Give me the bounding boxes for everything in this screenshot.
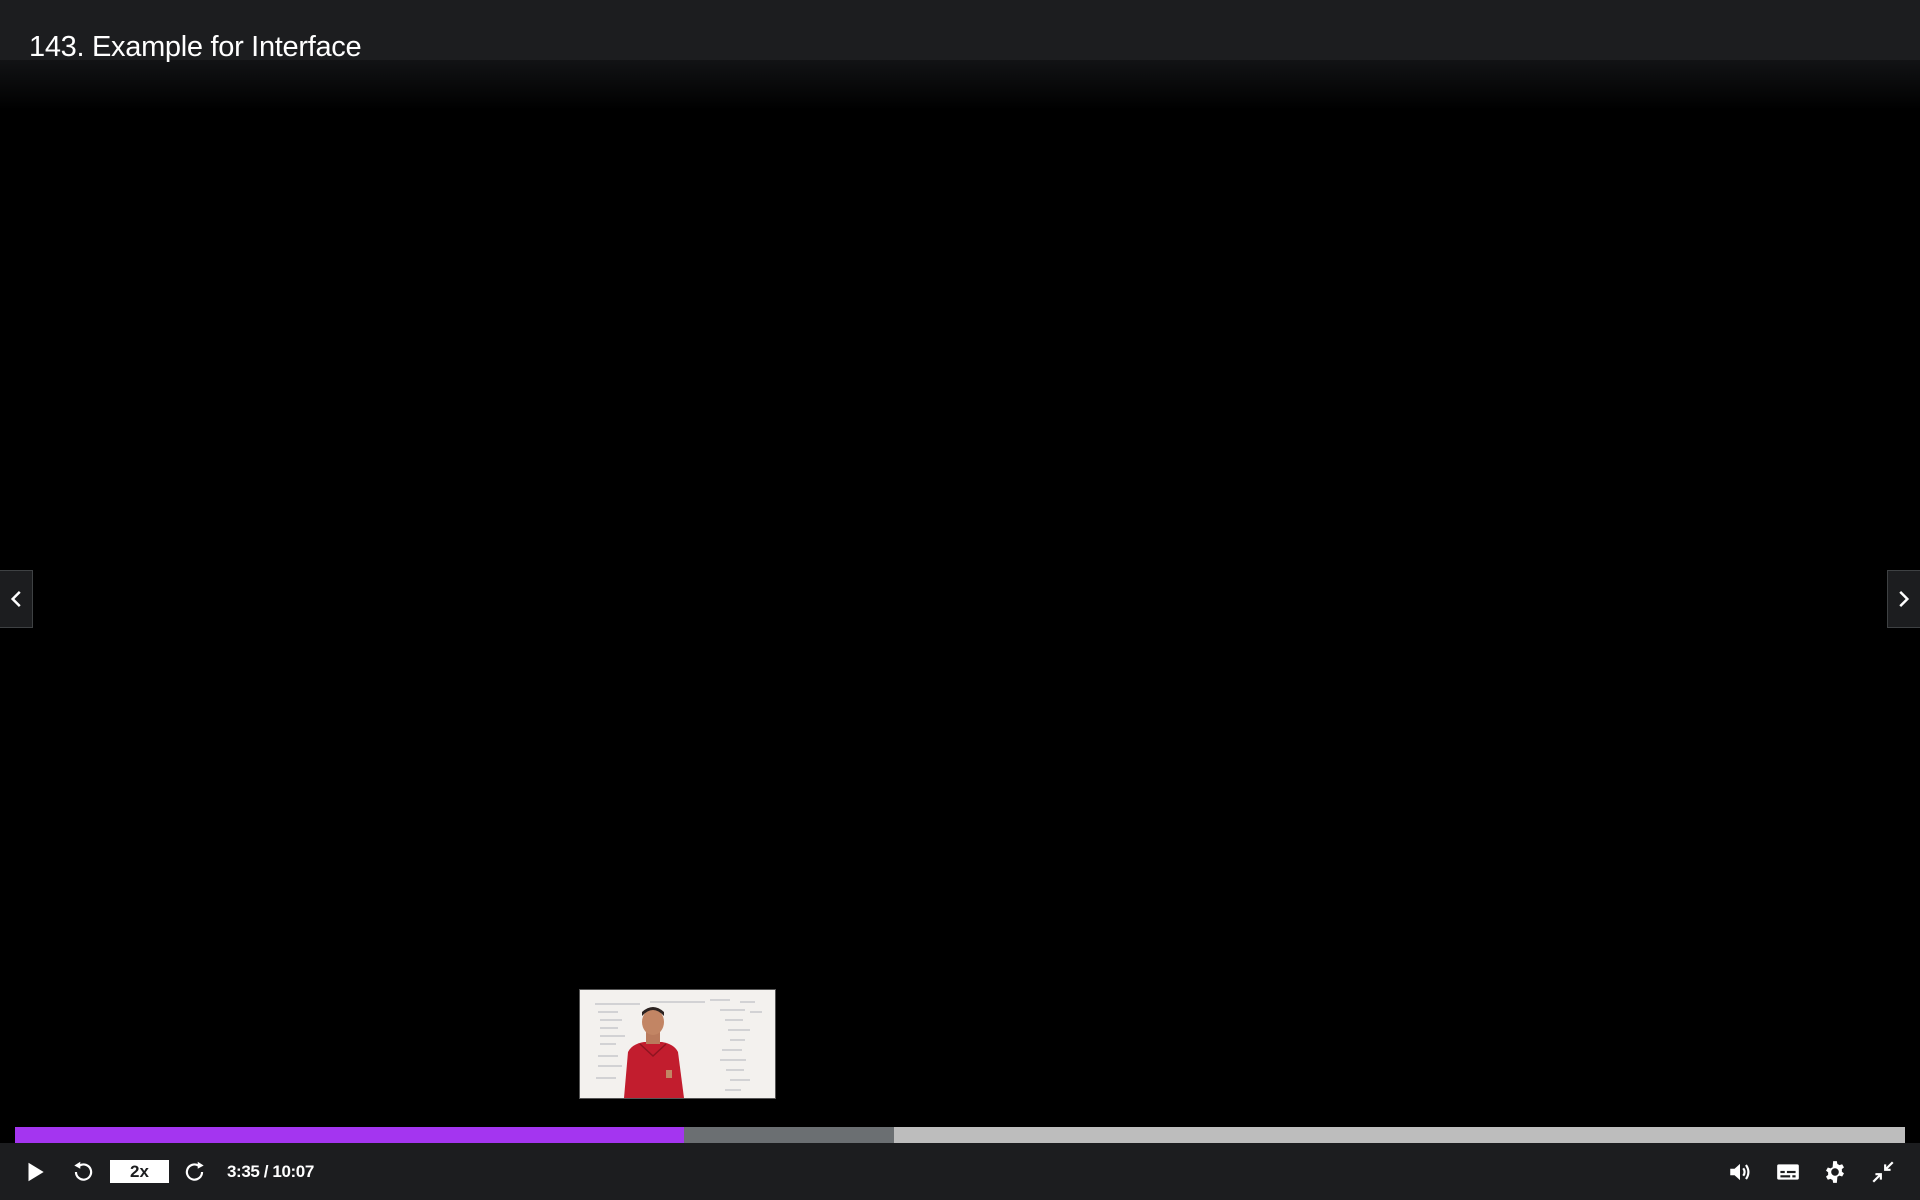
preview-image bbox=[580, 990, 775, 1098]
control-bar: 2x 3:35 / 10:07 bbox=[0, 1143, 1920, 1200]
played-progress bbox=[15, 1127, 685, 1143]
title-bar-shadow bbox=[0, 60, 1920, 110]
play-button[interactable] bbox=[20, 1157, 50, 1187]
playback-speed-button[interactable]: 2x bbox=[110, 1160, 169, 1183]
settings-button[interactable] bbox=[1820, 1157, 1850, 1187]
gear-icon bbox=[1826, 1161, 1844, 1183]
captions-icon bbox=[1777, 1164, 1799, 1180]
forward-icon bbox=[185, 1161, 204, 1181]
rewind-icon bbox=[74, 1161, 93, 1181]
next-lecture-button[interactable] bbox=[1887, 570, 1920, 628]
exit-fullscreen-icon bbox=[1872, 1161, 1894, 1183]
lecture-title: 143. Example for Interface bbox=[29, 31, 362, 63]
exit-fullscreen-button[interactable] bbox=[1868, 1157, 1898, 1187]
chevron-left-icon bbox=[10, 590, 21, 608]
volume-button[interactable] bbox=[1725, 1157, 1755, 1187]
scrub-preview-thumbnail bbox=[579, 989, 776, 1099]
progress-bar[interactable] bbox=[15, 1127, 1905, 1143]
captions-button[interactable] bbox=[1773, 1157, 1803, 1187]
forward-button[interactable] bbox=[180, 1157, 210, 1187]
rewind-button[interactable] bbox=[68, 1157, 98, 1187]
time-display: 3:35 / 10:07 bbox=[227, 1162, 314, 1181]
previous-lecture-button[interactable] bbox=[0, 570, 33, 628]
chevron-right-icon bbox=[1899, 590, 1910, 608]
video-player[interactable]: 143. Example for Interface 2x 3:35 / 10:… bbox=[0, 0, 1920, 1200]
volume-icon bbox=[1730, 1163, 1750, 1181]
play-icon bbox=[28, 1162, 44, 1182]
